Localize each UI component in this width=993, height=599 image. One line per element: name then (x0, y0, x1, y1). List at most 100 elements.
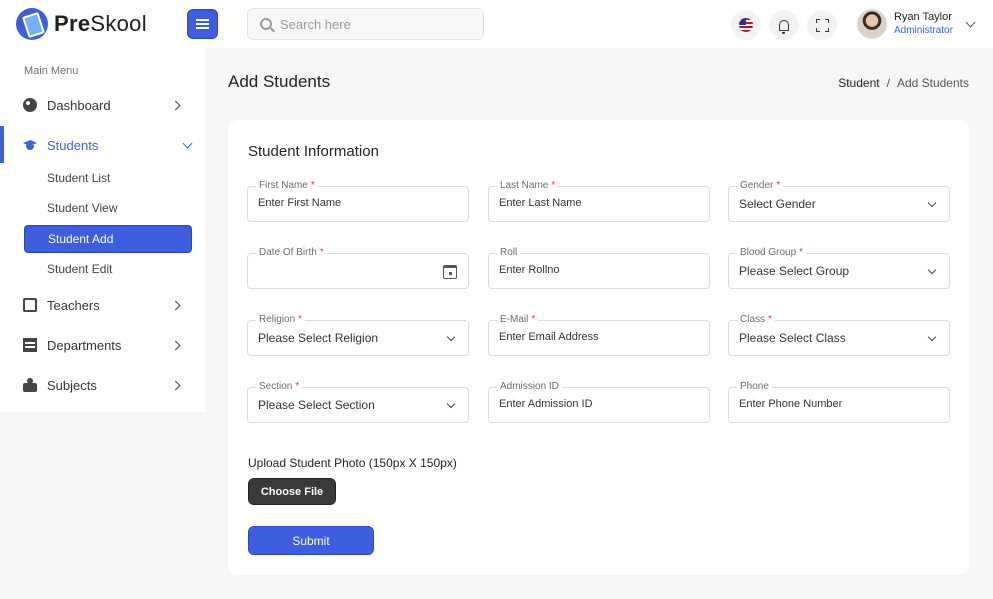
search-box[interactable] (247, 8, 484, 40)
brand-logo[interactable]: PreSkool (16, 8, 147, 40)
phone-input[interactable] (739, 398, 919, 410)
student-form-card: Student Information First Name* Last Nam… (228, 120, 969, 575)
language-button[interactable] (731, 10, 761, 40)
user-name: Ryan Taylor (894, 11, 952, 23)
chevron-down-icon (182, 138, 193, 148)
search-icon (260, 18, 272, 30)
first-name-field[interactable]: First Name * (247, 180, 469, 222)
required-mark: * (310, 180, 315, 191)
class-label: Class (740, 314, 766, 325)
breadcrumb-current: Add Students (896, 76, 969, 90)
sidebar-item-label: Students (47, 137, 99, 153)
user-role: Administrator (894, 25, 953, 36)
sidebar: Main Menu Dashboard Students Student Lis… (0, 48, 205, 412)
section-label: Section (259, 381, 293, 392)
chevron-down-icon (927, 265, 937, 275)
gender-select[interactable]: Gender * Select Gender (728, 180, 950, 222)
page-title: Add Students (228, 72, 331, 91)
phone-field[interactable]: Phone (728, 381, 950, 423)
required-mark: * (295, 381, 300, 392)
date-of-birth-input[interactable] (258, 264, 438, 276)
chevron-down-icon (927, 198, 937, 208)
email-input[interactable] (499, 331, 679, 343)
class-select[interactable]: Class * Please Select Class (728, 314, 950, 356)
sidebar-item-label: Dashboard (47, 97, 111, 113)
subjects-icon (23, 378, 37, 392)
required-mark: * (799, 247, 804, 258)
sidebar-subitem-student-add[interactable]: Student Add (24, 225, 192, 253)
chevron-right-icon (170, 340, 181, 350)
religion-selected-value: Please Select Religion (258, 331, 379, 345)
sidebar-item-students[interactable]: Students (0, 127, 205, 163)
admission-id-label: Admission ID (500, 381, 559, 392)
chevron-down-icon (446, 399, 456, 409)
required-mark: * (551, 180, 556, 191)
chevron-right-icon (170, 300, 181, 310)
user-menu[interactable]: Ryan Taylor Administrator (857, 9, 976, 39)
building-icon (23, 338, 37, 352)
required-mark: * (776, 180, 781, 191)
last-name-field[interactable]: Last Name * (488, 180, 710, 222)
gender-label: Gender (740, 180, 774, 191)
sidebar-subitem-student-list[interactable]: Student List (24, 164, 192, 192)
sidebar-subitem-student-view[interactable]: Student View (24, 194, 192, 222)
roll-input[interactable] (499, 264, 679, 276)
sidebar-item-departments[interactable]: Departments (0, 327, 205, 363)
logo-icon (16, 8, 48, 40)
date-of-birth-label: Date Of Birth (259, 247, 317, 258)
sidebar-subitem-student-edit[interactable]: Student Edit (24, 255, 192, 283)
sidebar-item-dashboard[interactable]: Dashboard (0, 87, 205, 123)
menu-toggle-button[interactable] (187, 9, 218, 39)
sidebar-item-subjects[interactable]: Subjects (0, 367, 205, 403)
bell-icon (779, 19, 789, 34)
fullscreen-button[interactable] (807, 10, 837, 40)
last-name-label: Last Name (500, 180, 549, 191)
roll-label: Roll (500, 247, 518, 258)
last-name-input[interactable] (499, 197, 679, 209)
section-select[interactable]: Section * Please Select Section (247, 381, 469, 423)
sidebar-item-teachers[interactable]: Teachers (0, 287, 205, 323)
submit-button[interactable]: Submit (248, 526, 374, 555)
dashboard-icon (23, 98, 37, 112)
chevron-right-icon (170, 100, 181, 110)
breadcrumb-parent-link[interactable]: Student (838, 76, 879, 90)
blood-group-selected-value: Please Select Group (739, 264, 850, 278)
religion-select[interactable]: Religion * Please Select Religion (247, 314, 469, 356)
blood-group-select[interactable]: Blood Group * Please Select Group (728, 247, 950, 289)
sidebar-item-label: Departments (47, 337, 122, 353)
sidebar-item-label: Teachers (47, 297, 100, 313)
required-mark: * (531, 314, 536, 325)
search-input[interactable] (280, 16, 470, 32)
hamburger-icon (196, 19, 209, 29)
date-of-birth-field[interactable]: Date Of Birth * (247, 247, 469, 289)
roll-field[interactable]: Roll (488, 247, 710, 289)
religion-label: Religion (259, 314, 296, 325)
chevron-down-icon (446, 332, 456, 342)
teacher-icon (23, 298, 37, 312)
phone-label: Phone (740, 381, 769, 392)
required-mark: * (319, 247, 324, 258)
required-mark: * (768, 314, 772, 325)
chevron-right-icon (170, 380, 181, 390)
breadcrumb: Student / Add Students (838, 76, 969, 90)
email-field[interactable]: E-Mail * (488, 314, 710, 356)
form-title: Student Information (248, 143, 379, 160)
gender-selected-value: Select Gender (739, 197, 816, 211)
us-flag-icon (739, 18, 753, 32)
avatar (857, 9, 887, 39)
brand-name: PreSkool (54, 11, 147, 36)
blood-group-label: Blood Group (740, 247, 797, 258)
chevron-down-icon (927, 332, 937, 342)
sidebar-item-label: Subjects (47, 377, 97, 393)
notifications-button[interactable] (769, 10, 799, 40)
choose-file-button[interactable]: Choose File (248, 478, 336, 505)
chevron-down-icon (965, 17, 976, 27)
admission-id-input[interactable] (499, 398, 679, 410)
sidebar-menu-title: Main Menu (24, 65, 79, 77)
top-header: PreSkool Ryan Taylor Administrator (0, 0, 993, 48)
admission-id-field[interactable]: Admission ID (488, 381, 710, 423)
graduation-cap-icon (23, 138, 37, 152)
first-name-input[interactable] (258, 197, 438, 209)
calendar-icon[interactable] (443, 265, 457, 279)
fullscreen-icon (815, 18, 829, 32)
